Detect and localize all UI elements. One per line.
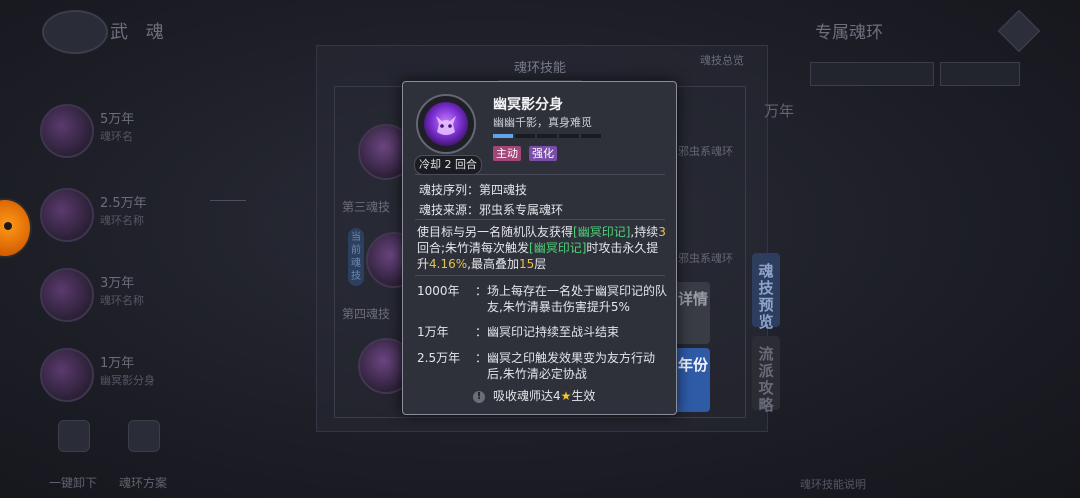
tab-skill-preview[interactable]: 魂技预览 [752,253,780,331]
download-icon [58,420,90,452]
year-effect: 幽冥印记持续至战斗结束 [487,325,620,339]
year-effect-row: 2.5万年 ： 幽冥之印触发效果变为友方行动后,朱竹清必定协战 [417,350,669,384]
ghost-cat-icon [424,102,468,146]
ring-orb-icon [40,268,94,322]
year-label: 万年 [764,102,795,120]
star-icon: ★ [560,389,572,403]
skill-overview-link[interactable]: 魂技总览 [700,52,744,68]
filter-dropdown-1[interactable] [810,62,934,86]
year-key: 2.5万年 [417,351,461,365]
cooldown-badge: 冷却 2 回合 [414,155,482,175]
level-segment [493,134,513,138]
desc-number: 3 [658,225,666,239]
ring-orb-icon [40,348,94,402]
detail-label: 详情 [677,290,708,308]
soul-ring-list: 5万年 魂环名 2.5万年 魂环名称 3万年 魂环名称 1万年 幽冥影分身 [30,90,250,410]
tag-enhance: 强化 [529,146,557,161]
level-segment [515,134,535,138]
skill-icon-frame [416,94,476,154]
ring-row[interactable]: 2.5万年 魂环名称 [30,182,250,244]
year-button[interactable]: 年份 [676,348,710,412]
ring-orb-icon [40,188,94,242]
tier-third-label: 第三魂技 [342,200,391,214]
source-row: 魂技来源：邪虫系专属魂环 [419,201,563,218]
ring-name: 魂环名 [100,130,133,143]
ring-plan-label: 魂环方案 [118,476,167,490]
ring-year: 1万年 [100,356,135,371]
ring-row[interactable]: 3万年 魂环名称 [30,262,250,324]
skill-name: 幽冥影分身 [493,97,563,113]
warning-icon: ! [473,390,485,403]
sequence-row: 魂技序列：第四魂技 [419,181,527,198]
unequip-all-label: 一键卸下 [48,476,97,490]
detail-button[interactable]: 详情 [676,282,710,344]
desc-text: 层 [534,257,547,271]
year-effect: 幽冥之印触发效果变为友方行动后,朱竹清必定协战 [487,351,656,381]
year-colon: ： [475,351,488,365]
year-key: 1000年 [417,284,460,298]
ring-name: 魂环名称 [100,214,144,227]
ring-name: 幽冥影分身 [100,374,155,387]
ring-type-label: 邪虫系魂环 [678,252,733,265]
desc-number: 15 [518,257,535,271]
level-segment [559,134,579,138]
ring-year: 5万年 [100,112,135,127]
ring-year: 3万年 [100,276,135,291]
tab-strategy[interactable]: 流派攻略 [752,336,780,414]
filter-dropdown-2[interactable] [940,62,1020,86]
year-key: 1万年 [417,325,449,339]
ring-row[interactable]: 5万年 魂环名 [30,98,250,160]
ring-type-label: 邪虫系魂环 [678,145,733,158]
source-value: 邪虫系专属魂环 [479,203,564,217]
tier-fourth-label: 第四魂技 [342,307,391,321]
skill-tooltip: 冷却 2 回合 幽冥影分身 幽幽千影，真身难觅 主动 强化 魂技序列：第四魂技 … [402,81,677,415]
source-label: 魂技来源： [419,203,480,217]
skill-subtitle: 幽幽千影，真身难觅 [493,116,592,129]
level-segment [581,134,601,138]
ring-name: 魂环名称 [100,294,144,307]
sequence-value: 第四魂技 [479,183,528,197]
level-segment [537,134,557,138]
desc-text: 使目标与另一名随机队友获得 [417,225,574,239]
skill-description: 使目标与另一名随机队友获得[幽冥印记],持续3回合;朱竹清每次触发[幽冥印记]时… [417,224,667,272]
document-icon [128,420,160,452]
desc-text: 回合;朱竹清每次触发 [417,241,530,255]
absorb-text: 生效 [571,389,596,403]
tag-active: 主动 [493,146,521,161]
exclusive-ring-title: 专属魂环 [815,23,883,43]
ring-orb-icon [40,104,94,158]
mark-keyword: [幽冥印记] [529,241,587,255]
year-colon: ： [475,325,488,339]
ring-plan-button[interactable]: 魂环方案 [114,420,172,490]
year-colon: ： [475,284,488,298]
absorb-requirement: ! 吸收魂师达4★生效 [473,387,595,404]
unequip-all-button[interactable]: 一键卸下 [44,420,102,490]
connector-line [210,200,246,201]
divider [415,219,665,220]
skill-panel-title: 魂环技能 [498,58,582,81]
desc-text: ,最高叠加 [467,257,519,271]
desc-percent: 4.16% [429,257,468,271]
divider [415,275,665,276]
year-effect-row: 1万年 ： 幽冥印记持续至战斗结束 [417,324,669,342]
year-effect-row: 1000年 ： 场上每存在一名处于幽冥印记的队友,朱竹清暴击伤害提升5% [417,283,669,317]
ring-row[interactable]: 1万年 幽冥影分身 [30,342,250,404]
ghost-cat-glyph [436,116,456,135]
mark-keyword: [幽冥印记] [573,225,631,239]
pet-eye-icon [4,222,12,230]
divider [415,174,665,175]
martial-soul-emblem [42,10,108,54]
ring-skill-hint[interactable]: 魂环技能说明 [800,476,866,492]
desc-text: ,持续 [630,225,659,239]
current-skill-tag: 当前魂技 [348,228,364,286]
year-effect: 场上每存在一名处于幽冥印记的队友,朱竹清暴击伤害提升5% [487,284,668,314]
top-title: 武 魂 [110,22,170,43]
sequence-label: 魂技序列： [419,183,480,197]
ring-year: 2.5万年 [100,196,147,211]
absorb-text: 吸收魂师达4 [493,389,561,403]
year-label: 年份 [677,356,708,374]
